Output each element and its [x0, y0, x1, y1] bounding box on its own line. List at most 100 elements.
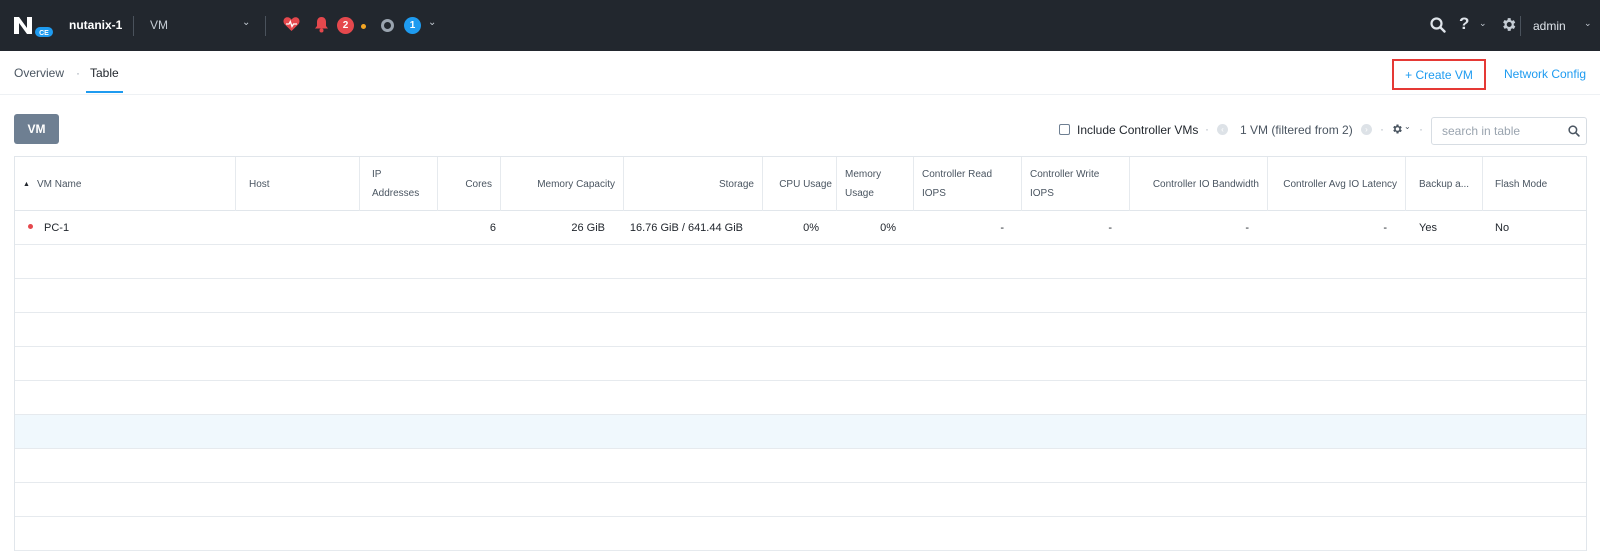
cell-memory-capacity: 26 GiB: [571, 222, 605, 234]
cell-controller-read-iops: -: [1000, 222, 1004, 234]
cell-vm-name[interactable]: PC-1: [34, 211, 79, 245]
health-heart-icon[interactable]: [283, 16, 300, 32]
user-menu[interactable]: admin: [1533, 19, 1566, 33]
next-page-icon[interactable]: ›: [1361, 124, 1372, 135]
column-header-controller-write-iops[interactable]: Controller Write IOPS: [1022, 157, 1130, 211]
column-header-storage[interactable]: Storage: [624, 157, 763, 211]
chevron-down-icon[interactable]: ⌄: [242, 17, 250, 28]
column-header-flash-mode[interactable]: Flash Mode: [1483, 157, 1586, 211]
table-search-box[interactable]: [1431, 117, 1587, 145]
cell-storage: 16.76 GiB / 641.44 GiB: [629, 222, 743, 234]
table-settings-gear-icon[interactable]: [1391, 123, 1403, 135]
gear-icon[interactable]: [1500, 16, 1517, 33]
cell-controller-write-iops: -: [1108, 222, 1112, 234]
vm-entity-button[interactable]: VM: [14, 114, 59, 144]
vm-table: ▲ VM Name Host IP Addresses Cores Memory…: [14, 156, 1587, 551]
chevron-down-icon[interactable]: ⌄: [1584, 18, 1592, 29]
alerts-count-badge[interactable]: 2: [337, 17, 354, 34]
column-label: Controller Read IOPS: [922, 169, 993, 199]
divider: [265, 16, 266, 36]
empty-table-row: [15, 415, 1586, 449]
column-header-backup[interactable]: Backup a...: [1406, 157, 1483, 211]
column-label: Controller Avg IO Latency: [1283, 178, 1397, 190]
column-header-cores[interactable]: Cores: [438, 157, 501, 211]
chevron-down-icon[interactable]: ⌄: [1404, 122, 1411, 131]
toolbar-separator: ·: [1380, 122, 1384, 136]
column-header-controller-avg-io-latency[interactable]: Controller Avg IO Latency: [1268, 157, 1406, 211]
include-controller-vms-label[interactable]: Include Controller VMs: [1077, 123, 1198, 137]
table-row[interactable]: PC-1 6 26 GiB 16.76 GiB / 641.44 GiB 0% …: [15, 211, 1586, 245]
cluster-name[interactable]: nutanix-1: [69, 18, 122, 32]
column-label: Controller Write IOPS: [1030, 169, 1100, 199]
column-label: Cores: [465, 178, 492, 190]
power-off-status-icon: [28, 224, 33, 229]
column-header-memory-capacity[interactable]: Memory Capacity: [501, 157, 624, 211]
table-search-input[interactable]: [1442, 124, 1560, 138]
tab-separator: ·: [76, 66, 80, 80]
column-label: IP Addresses: [372, 169, 420, 199]
empty-table-row: [15, 245, 1586, 279]
empty-table-row: [15, 279, 1586, 313]
divider: [133, 16, 134, 36]
network-config-link[interactable]: Network Config: [1504, 67, 1586, 81]
tab-overview[interactable]: Overview: [14, 66, 64, 80]
cell-controller-io-bandwidth: -: [1245, 222, 1249, 234]
column-header-memory-usage[interactable]: Memory Usage: [837, 157, 914, 211]
column-label: Host: [249, 178, 270, 190]
cell-cpu-usage: 0%: [803, 222, 819, 234]
column-label: Storage: [718, 178, 754, 190]
vm-count-label: 1 VM (filtered from 2): [1240, 123, 1353, 137]
alerts-bell-icon[interactable]: [314, 16, 329, 33]
help-icon[interactable]: ?: [1459, 14, 1469, 34]
create-vm-button[interactable]: + Create VM: [1392, 59, 1486, 90]
cell-cores: 6: [489, 222, 496, 234]
view-tabs-bar: Overview · Table: [0, 51, 1600, 95]
previous-page-icon[interactable]: ‹: [1217, 124, 1228, 135]
tasks-count-badge[interactable]: 1: [404, 17, 421, 34]
column-label: Backup a...: [1419, 178, 1470, 190]
empty-table-row: [15, 483, 1586, 517]
column-header-vm-name[interactable]: ▲ VM Name: [15, 157, 236, 211]
tab-table[interactable]: Table: [90, 66, 119, 80]
search-icon[interactable]: [1430, 17, 1446, 33]
empty-table-row: [15, 449, 1586, 483]
empty-table-row: [15, 517, 1586, 551]
toolbar-separator: ·: [1419, 122, 1423, 136]
column-header-host[interactable]: Host: [236, 157, 360, 211]
nutanix-logo[interactable]: CE: [14, 14, 54, 38]
cell-backup: Yes: [1419, 222, 1437, 234]
column-label: CPU Usage: [779, 178, 832, 190]
include-controller-vms-checkbox[interactable]: [1059, 124, 1070, 135]
chevron-down-icon[interactable]: ⌄: [428, 17, 436, 28]
logo-ce-label: CE: [39, 30, 49, 37]
tasks-ring-icon[interactable]: [381, 19, 394, 32]
column-label: Controller IO Bandwidth: [1152, 178, 1259, 190]
cell-flash-mode: No: [1495, 222, 1510, 234]
cell-ip-addresses: [360, 211, 380, 245]
column-header-cpu-usage[interactable]: CPU Usage: [763, 157, 837, 211]
column-label: Memory Usage: [845, 169, 882, 199]
entity-menu[interactable]: VM: [150, 18, 168, 32]
warning-dot-icon[interactable]: [361, 24, 366, 29]
column-label: VM Name: [36, 178, 82, 190]
table-header: ▲ VM Name Host IP Addresses Cores Memory…: [15, 157, 1586, 211]
cell-controller-avg-io-latency: -: [1383, 222, 1387, 234]
active-tab-indicator: [86, 91, 123, 93]
column-label: Memory Capacity: [537, 178, 615, 190]
column-header-ip-addresses[interactable]: IP Addresses: [360, 157, 438, 211]
cell-memory-usage: 0%: [880, 222, 896, 234]
empty-table-row: [15, 381, 1586, 415]
search-icon[interactable]: [1568, 125, 1580, 137]
chevron-down-icon[interactable]: ⌄: [1479, 18, 1487, 29]
sort-ascending-icon[interactable]: ▲: [23, 175, 30, 194]
column-header-controller-io-bandwidth[interactable]: Controller IO Bandwidth: [1130, 157, 1268, 211]
toolbar-separator: ·: [1205, 122, 1209, 136]
column-header-controller-read-iops[interactable]: Controller Read IOPS: [914, 157, 1022, 211]
empty-table-row: [15, 313, 1586, 347]
divider: [1520, 16, 1521, 36]
cell-host: [236, 211, 256, 245]
top-bar: CE nutanix-1 VM ⌄ 2 1 ⌄ ? ⌄ admin ⌄: [0, 0, 1600, 51]
column-label: Flash Mode: [1495, 178, 1548, 190]
create-vm-label: + Create VM: [1405, 67, 1473, 82]
empty-table-row: [15, 347, 1586, 381]
